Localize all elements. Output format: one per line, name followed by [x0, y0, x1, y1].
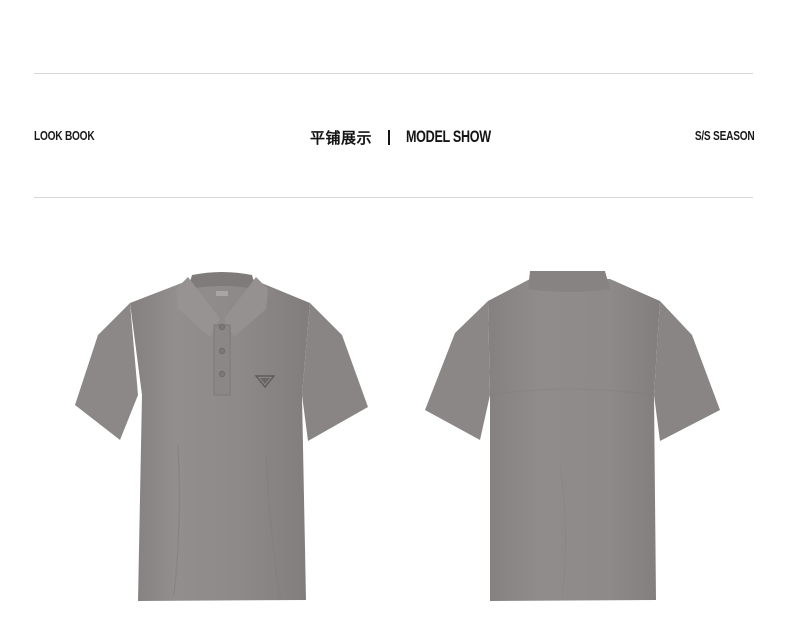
polo-shirt-back-image	[425, 271, 720, 601]
left-sleeve	[75, 303, 138, 440]
polo-shirt-front-image	[75, 272, 368, 601]
title-separator	[388, 129, 391, 145]
button-3	[218, 370, 226, 378]
bottom-divider-line	[34, 197, 753, 198]
section-title-en: MODEL SHOW	[406, 127, 491, 146]
back-shirt-body	[488, 279, 660, 601]
top-divider-line	[34, 73, 753, 74]
right-sleeve	[302, 303, 368, 441]
look-book-label: LOOK BOOK	[34, 128, 95, 143]
back-left-sleeve	[425, 301, 490, 440]
season-label: S/S SEASON	[694, 128, 754, 143]
back-right-sleeve	[654, 301, 720, 441]
button-1	[218, 323, 226, 331]
placket	[213, 324, 231, 396]
section-title-cn: 平铺展示	[310, 128, 373, 147]
section-title: 平铺展示 MODEL SHOW	[310, 126, 521, 148]
button-2	[218, 347, 226, 355]
back-collar	[528, 271, 610, 292]
